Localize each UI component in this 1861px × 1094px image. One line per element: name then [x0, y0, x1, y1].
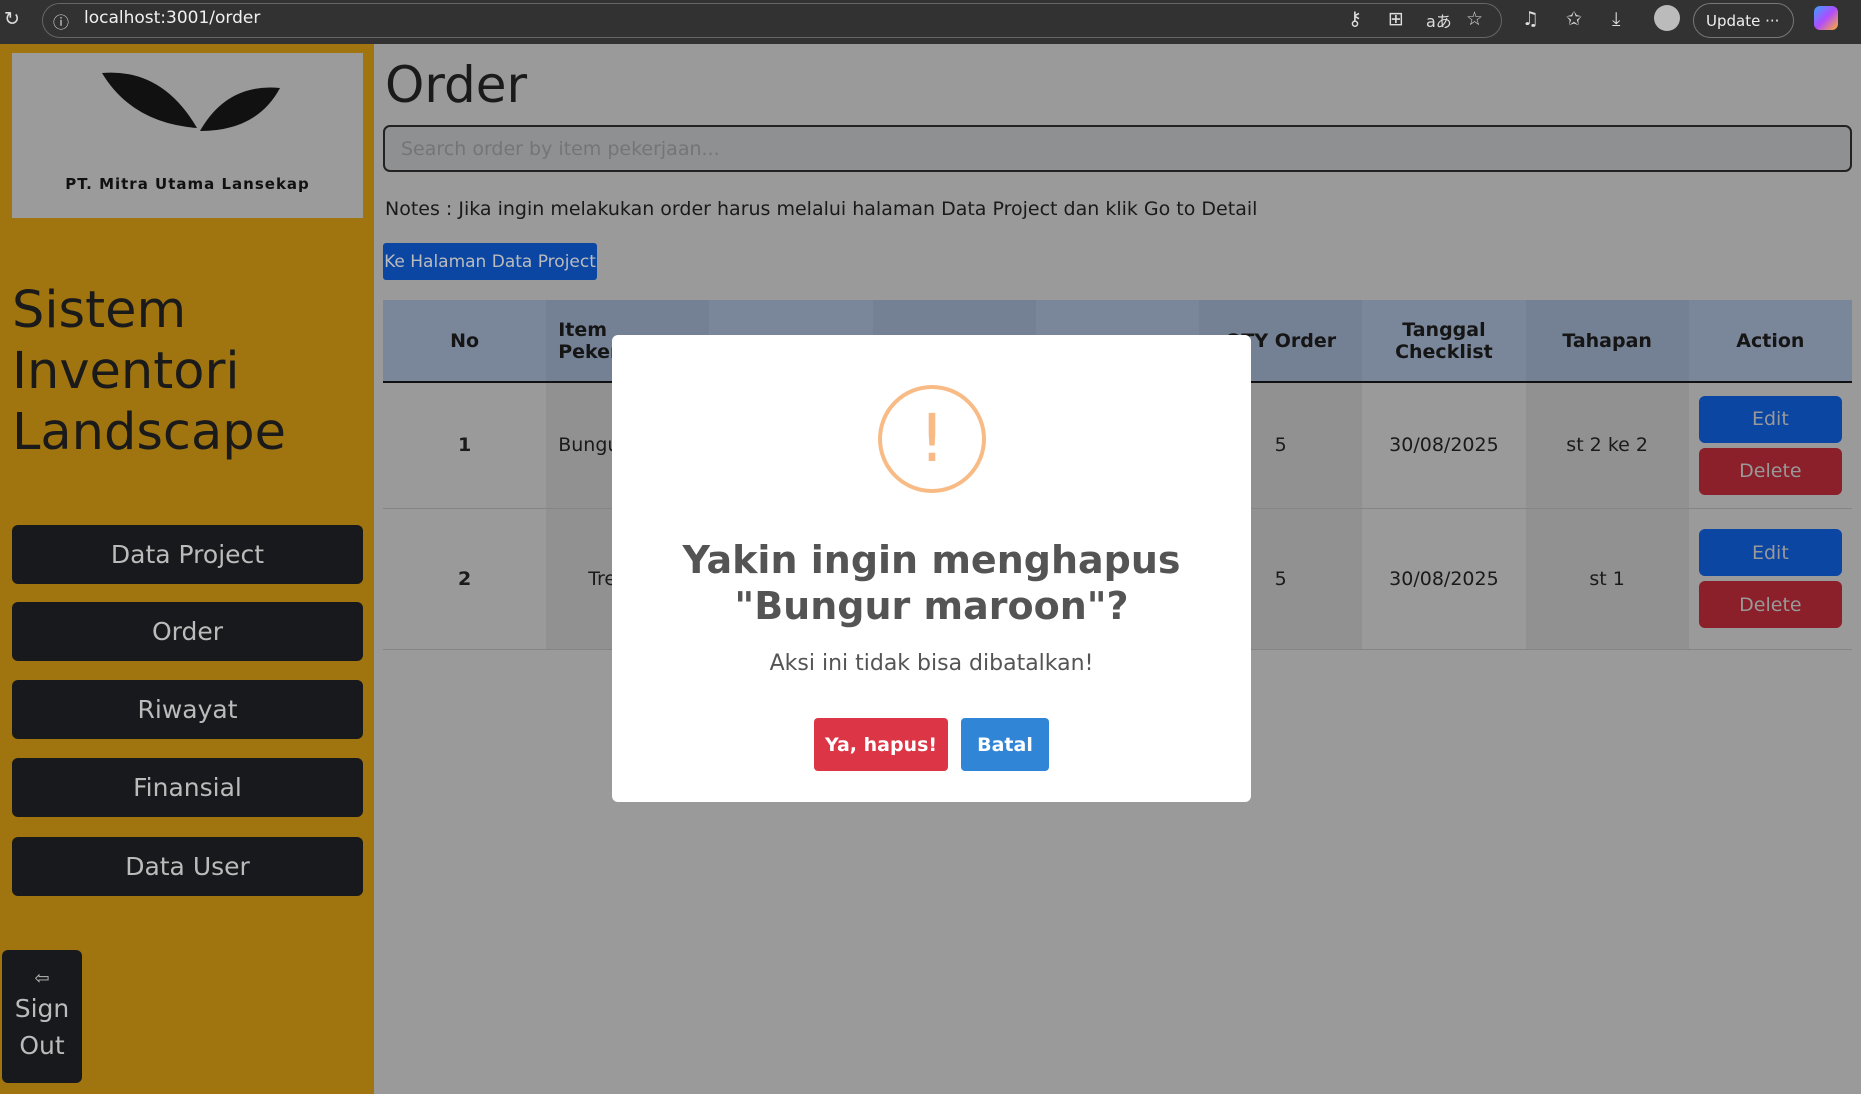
logo-text: PT. Mitra Utama Lansekap — [65, 175, 310, 193]
reload-icon[interactable]: ↻ — [4, 8, 20, 30]
nav-riwayat[interactable]: Riwayat — [12, 680, 363, 739]
delete-button[interactable]: Delete — [1698, 581, 1842, 628]
cell-no: 2 — [383, 508, 547, 650]
sign-out-icon: ⇦ — [34, 968, 50, 989]
confirm-delete-button[interactable]: Ya, hapus! — [814, 718, 948, 771]
cell-action: Edit Delete — [1688, 382, 1852, 509]
cancel-button[interactable]: Batal — [961, 718, 1049, 771]
cell-tahapan: st 1 — [1525, 508, 1689, 650]
cell-action: Edit Delete — [1688, 508, 1852, 650]
header-tanggal: Tanggal Checklist — [1362, 300, 1526, 383]
update-label: Update — [1706, 12, 1761, 30]
sign-out-button[interactable]: ⇦ Sign Out — [2, 950, 82, 1083]
star-icon[interactable]: ☆ — [1466, 8, 1483, 30]
header-tahapan: Tahapan — [1525, 300, 1689, 383]
nav-data-project[interactable]: Data Project — [12, 525, 363, 584]
key-icon[interactable]: ⚷ — [1348, 8, 1362, 30]
info-icon[interactable]: ⓘ — [53, 9, 69, 33]
dialog-text: Aksi ini tidak bisa dibatalkan! — [769, 651, 1094, 676]
apps-icon[interactable]: ⊞ — [1388, 8, 1404, 30]
delete-button[interactable]: Delete — [1698, 447, 1842, 495]
leaf-logo-icon — [102, 72, 280, 131]
update-button[interactable]: Update ··· — [1693, 3, 1794, 38]
edit-button[interactable]: Edit — [1698, 529, 1842, 576]
header-no: No — [383, 300, 547, 383]
warning-icon: ! — [878, 385, 986, 493]
search-input[interactable] — [383, 125, 1852, 172]
edit-button[interactable]: Edit — [1698, 395, 1842, 443]
cell-tahapan: st 2 ke 2 — [1525, 382, 1689, 509]
cell-no: 1 — [383, 382, 547, 509]
nav-data-user[interactable]: Data User — [12, 837, 363, 896]
header-action: Action — [1688, 300, 1852, 383]
translate-icon[interactable]: aあ — [1426, 8, 1452, 32]
app-title: Sistem Inventori Landscape — [12, 281, 286, 462]
download-icon[interactable]: ⤓ — [1612, 8, 1620, 30]
url-text: localhost:3001/order — [84, 8, 261, 28]
cell-tanggal: 30/08/2025 — [1362, 382, 1526, 509]
sign-out-label: Sign Out — [14, 994, 70, 1060]
favorites-icon[interactable]: ✩ — [1566, 8, 1582, 30]
browser-toolbar: ↻ ⓘ localhost:3001/order ⚷ ⊞ aあ ☆ ♫ ✩ ⤓ … — [0, 0, 1861, 44]
page-title: Order — [385, 56, 528, 114]
dialog-title: Yakin ingin menghapus "Bungur maroon"? — [682, 538, 1181, 628]
copilot-icon[interactable] — [1814, 6, 1838, 30]
nav-finansial[interactable]: Finansial — [12, 758, 363, 817]
address-bar[interactable]: ⓘ — [42, 3, 1502, 38]
confirm-delete-dialog: ! Yakin ingin menghapus "Bungur maroon"?… — [612, 335, 1251, 802]
nav-order[interactable]: Order — [12, 602, 363, 661]
cell-tanggal: 30/08/2025 — [1362, 508, 1526, 650]
go-to-data-project-button[interactable]: Ke Halaman Data Project — [383, 243, 597, 280]
company-logo: PT. Mitra Utama Lansekap — [12, 53, 363, 218]
notes-text: Notes : Jika ingin melakukan order harus… — [385, 198, 1258, 220]
music-icon[interactable]: ♫ — [1522, 8, 1539, 30]
profile-avatar[interactable] — [1654, 5, 1680, 31]
